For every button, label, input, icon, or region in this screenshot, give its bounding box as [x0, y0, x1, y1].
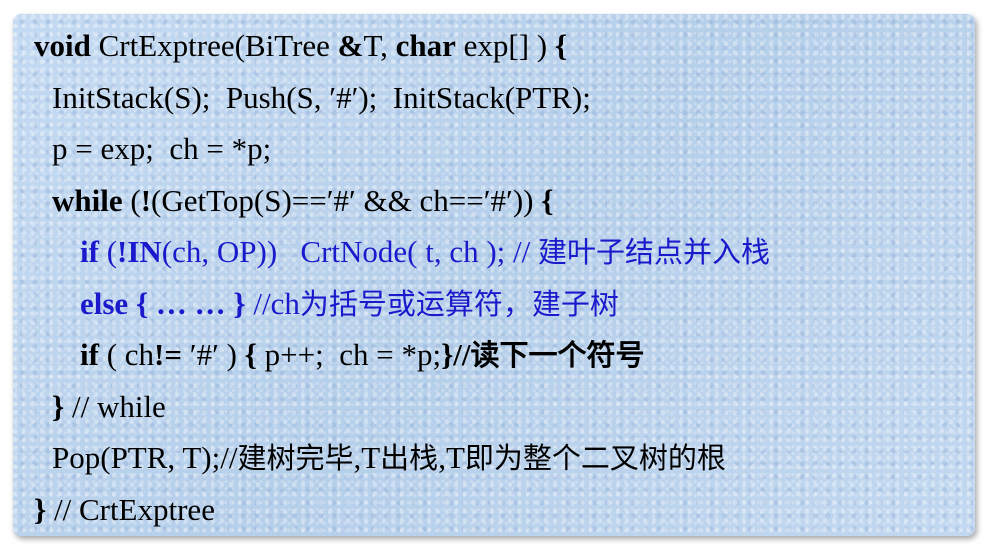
ampersand: &: [337, 28, 364, 63]
line1-text-3: exp[] ): [455, 28, 555, 63]
line7-comment: 读下一个符号: [470, 338, 645, 372]
line9-text-2: ,T: [353, 440, 381, 475]
line9-text-3: ,T: [438, 440, 465, 475]
close-brace: }: [441, 337, 454, 372]
line4-text-2: (GetTop(S)==′#′ && ch==′#′)): [151, 182, 542, 218]
neq-operator: !=: [154, 337, 183, 372]
keyword-while: while: [52, 182, 123, 218]
line1-text-1: CrtExptree(BiTree: [90, 28, 338, 63]
line7-text-1: ( ch: [98, 337, 155, 372]
line9-comment-2: 出栈: [380, 441, 439, 475]
line2-text: InitStack(S); Push(S, ′#′); InitStack(PT…: [52, 79, 591, 115]
line7-text-3: p++; ch = *p;: [256, 337, 442, 372]
keyword-char: char: [395, 28, 456, 63]
not-in-operator: !IN: [117, 234, 162, 269]
line7-text-2: ′#′ ): [182, 337, 245, 372]
line5-text-2: (ch, OP)) CrtNode( t, ch ); //: [161, 234, 539, 269]
code-line-1: void CrtExptree(BiTree &T, char exp[] ) …: [34, 20, 770, 72]
line10-comment: // CrtExptree: [46, 491, 215, 527]
code-line-5: if (!IN(ch, OP)) CrtNode( t, ch ); // 建叶…: [34, 226, 770, 278]
code-line-6: else { … … } //ch为括号或运算符，建子树: [34, 278, 770, 330]
line6-comment: 为括号或运算符，建子树: [299, 286, 619, 321]
line8-comment: // while: [64, 388, 166, 424]
close-brace: }: [52, 388, 65, 424]
line4-text-1: (: [122, 182, 141, 218]
line9-comment-1: 建树完毕: [237, 441, 354, 475]
line6-comment-prefix: //ch: [253, 285, 300, 321]
code-line-2: InitStack(S); Push(S, ′#′); InitStack(PT…: [34, 72, 770, 124]
code-block: void CrtExptree(BiTree &T, char exp[] ) …: [34, 20, 770, 535]
line7-comment-prefix: //: [453, 337, 471, 372]
open-brace: {: [541, 182, 554, 218]
keyword-else: else: [80, 285, 129, 321]
code-line-7: if ( ch!= ′#′ ) { p++; ch = *p;}//读下一个符号: [34, 329, 770, 381]
line3-text: p = exp; ch = *p;: [52, 131, 272, 166]
close-brace: }: [34, 491, 47, 527]
ellipsis: … …: [155, 285, 226, 321]
keyword-if: if: [80, 234, 99, 269]
line5-text-1: (: [98, 234, 118, 269]
keyword-void: void: [34, 28, 91, 63]
code-line-9: Pop(PTR, T);//建树完毕,T出栈,T即为整个二叉树的根: [34, 432, 770, 484]
line1-text-2: T,: [363, 28, 396, 63]
keyword-if: if: [80, 337, 99, 372]
open-brace: {: [244, 337, 257, 372]
open-brace: {: [554, 28, 568, 63]
line6-text-1: {: [128, 285, 156, 321]
code-line-8: } // while: [34, 381, 770, 433]
line9-comment-3: 即为整个二叉树的根: [464, 441, 726, 475]
line6-text-2: }: [225, 285, 254, 321]
line5-comment: 建叶子结点并入栈: [538, 235, 771, 269]
not-operator: !: [140, 182, 152, 218]
code-line-10: } // CrtExptree: [34, 484, 770, 536]
line9-text-1: Pop(PTR, T);//: [52, 440, 238, 475]
code-line-3: p = exp; ch = *p;: [34, 123, 770, 175]
code-line-4: while (!(GetTop(S)==′#′ && ch==′#′)) {: [34, 175, 770, 227]
